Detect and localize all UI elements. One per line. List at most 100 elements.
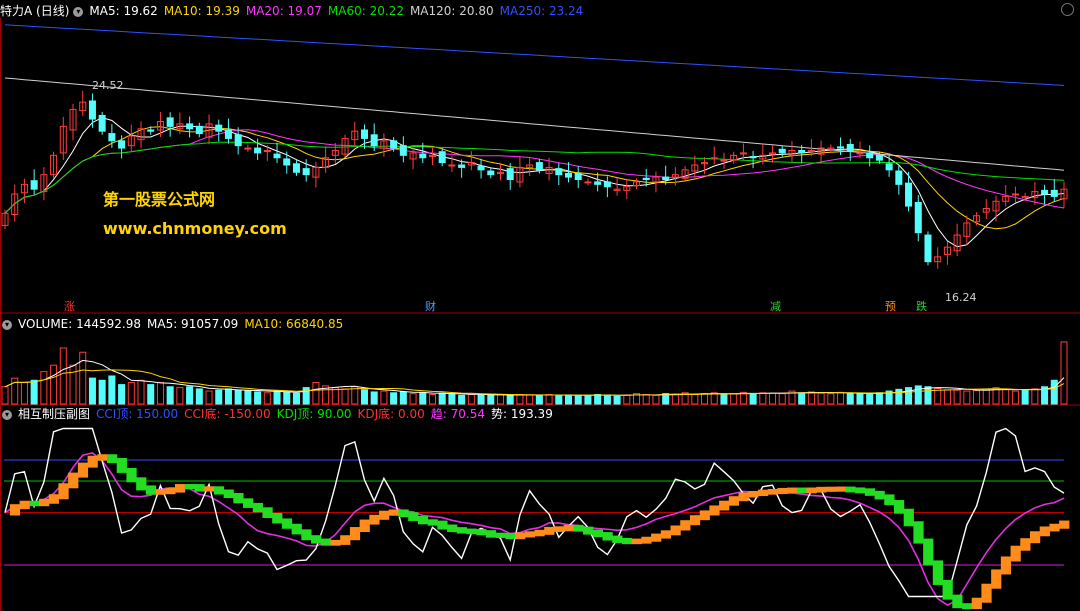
- volume-bar: [428, 394, 436, 405]
- settings-circle-icon[interactable]: ▾: [73, 6, 84, 17]
- candle-body: [283, 158, 291, 166]
- pressure-fall-block: [855, 487, 866, 494]
- volume-bar: [147, 384, 155, 405]
- pressure-fall-block: [107, 454, 118, 464]
- volume-bar: [924, 386, 932, 405]
- volume-ma10: MA10: 66840.85: [244, 317, 344, 331]
- ma10-line: [4, 126, 1065, 230]
- volume-bar: [817, 392, 825, 405]
- candle-body: [108, 133, 116, 142]
- candle-body: [866, 152, 874, 159]
- candle-body: [438, 151, 446, 164]
- volume-bar: [312, 381, 320, 405]
- pressure-rise-block: [767, 488, 778, 495]
- candle-body: [273, 153, 281, 159]
- volume-bar: [370, 391, 378, 405]
- ma-label-1: MA10: 19.39: [163, 4, 240, 18]
- watermark-title: 第一股票公式网: [103, 190, 216, 209]
- candle-body: [856, 152, 864, 155]
- pressure-fall-block: [223, 489, 234, 499]
- event-marker-4[interactable]: 跌: [914, 300, 929, 313]
- pressure-rise-block: [58, 483, 69, 500]
- indicator-label-4: 趋: 70.54: [430, 407, 485, 421]
- pressure-rise-block: [340, 535, 351, 545]
- pressure-rise-block: [680, 520, 691, 531]
- event-marker-1[interactable]: 财: [423, 300, 438, 313]
- pressure-fall-block: [923, 538, 934, 566]
- pressure-rise-block: [699, 510, 710, 521]
- candle-body: [506, 168, 514, 180]
- volume-bar: [487, 394, 495, 405]
- indicator-legend: CCI顶: 150.00 CCI底: -150.00 KDJ顶: 90.00 KDJ底…: [96, 407, 559, 421]
- volume-bar: [254, 391, 262, 405]
- volume-bar: [59, 347, 67, 405]
- pressure-rise-block: [1059, 520, 1070, 529]
- low-price-label: 16.24: [945, 291, 977, 304]
- volume-bar: [224, 388, 232, 405]
- volume-bar: [477, 394, 485, 405]
- volume-bar: [837, 391, 845, 405]
- candle-body: [186, 123, 194, 130]
- volume-bar: [273, 390, 281, 405]
- candle-body: [419, 153, 427, 159]
- candle-body: [292, 163, 300, 173]
- pressure-fall-block: [213, 486, 225, 495]
- volume-bar: [749, 393, 757, 405]
- pressure-fall-block: [427, 519, 438, 526]
- pressure-fall-block: [884, 494, 895, 506]
- pressure-rise-block: [631, 538, 642, 545]
- pressure-rise-block: [1020, 538, 1031, 551]
- pressure-fall-block: [932, 560, 944, 585]
- volume-bar: [516, 394, 524, 405]
- volume-bar: [380, 390, 388, 405]
- volume-bar: [506, 395, 514, 405]
- ma-label-4: MA120: 20.80: [409, 4, 494, 18]
- volume-bar: [69, 364, 77, 405]
- indicator-label-5: 势: 193.39: [490, 407, 553, 421]
- volume-bar: [526, 394, 534, 405]
- candle-body: [594, 181, 602, 185]
- candle-body: [837, 146, 845, 149]
- event-marker-3[interactable]: 预: [883, 300, 898, 313]
- pressure-rise-block: [379, 510, 390, 520]
- candle-body: [574, 172, 582, 180]
- pressure-fall-block: [272, 512, 283, 524]
- candle-body: [263, 150, 271, 152]
- volume-bar: [720, 394, 728, 405]
- volume-bar: [982, 388, 990, 405]
- candle-body: [846, 143, 854, 151]
- volume-bar: [186, 386, 194, 405]
- pressure-rise-block: [524, 531, 535, 538]
- pressure-rise-block: [1010, 545, 1021, 562]
- panel-toggle-icon[interactable]: [1061, 3, 1074, 16]
- candle-body: [739, 152, 747, 155]
- volume-bar: [594, 394, 602, 405]
- volume-bar: [458, 394, 466, 405]
- volume-bar: [438, 392, 446, 405]
- event-marker-2[interactable]: 减: [768, 300, 783, 313]
- volume-settings-icon[interactable]: ▾: [2, 319, 12, 330]
- pressure-fall-block: [184, 484, 195, 490]
- pressure-fall-block: [252, 502, 263, 513]
- candle-body: [555, 168, 563, 176]
- pressure-rise-block: [689, 515, 701, 526]
- pressure-fall-block: [311, 535, 322, 544]
- volume-bar: [292, 392, 300, 405]
- pressure-fall-block: [291, 523, 302, 535]
- pressure-fall-block: [913, 521, 924, 544]
- candle-body: [807, 150, 815, 152]
- ma-label-2: MA20: 19.07: [245, 4, 322, 18]
- trend-line: [4, 452, 1065, 607]
- event-marker-0[interactable]: 涨: [62, 300, 77, 313]
- volume-panel-header: ▾ VOLUME: 144592.98 MA5: 91057.09 MA10: 668…: [0, 315, 349, 333]
- pressure-rise-block: [709, 505, 720, 516]
- volume-bar: [603, 394, 611, 405]
- candle-body: [778, 148, 786, 154]
- pressure-rise-block: [39, 498, 50, 507]
- volume-bar: [50, 364, 58, 405]
- candle-body: [1050, 189, 1058, 197]
- candle-body: [905, 182, 913, 207]
- volume-bar: [846, 392, 854, 405]
- indicator-settings-icon[interactable]: ▾: [2, 409, 12, 420]
- volume-bar: [98, 379, 106, 405]
